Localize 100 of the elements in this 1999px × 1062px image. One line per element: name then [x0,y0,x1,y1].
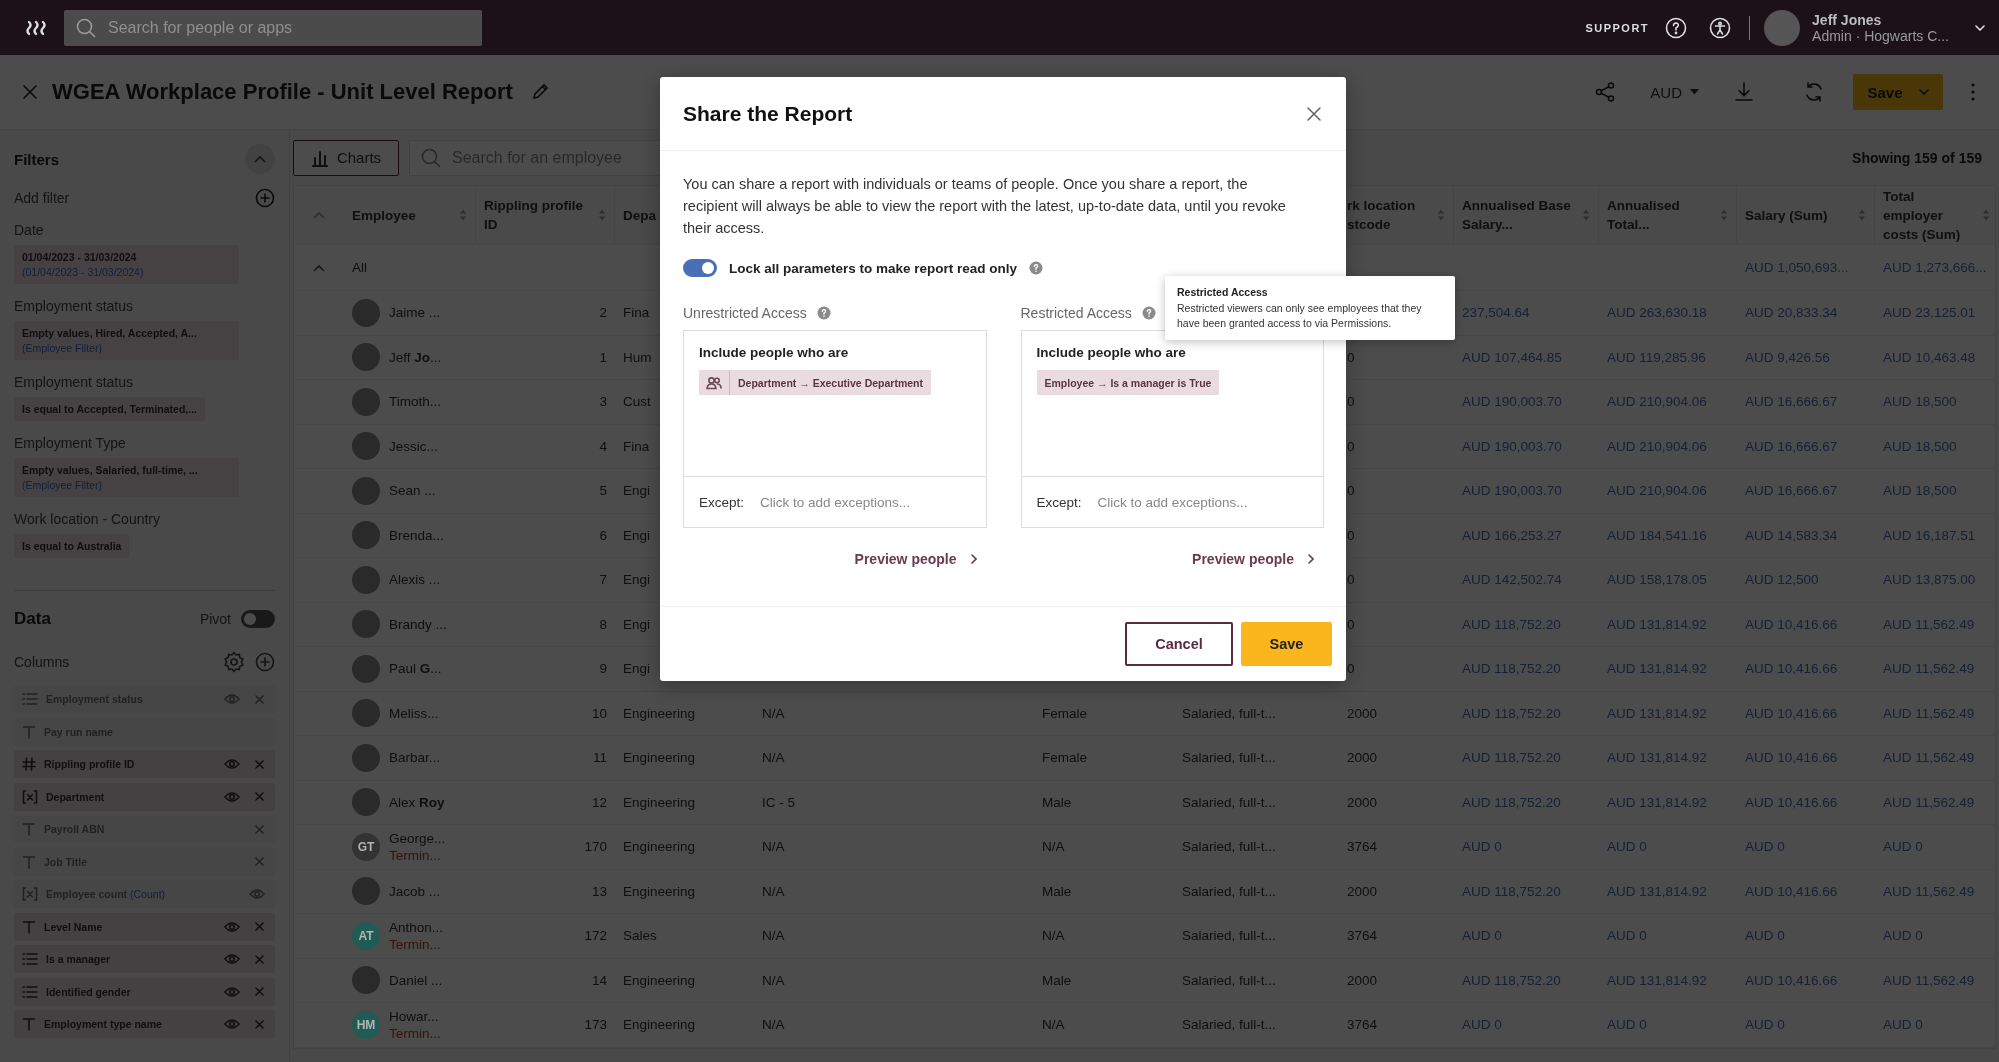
table-cell: N/A [1042,928,1065,944]
table-cell: Hum [623,349,652,365]
table-cell: 1 [599,349,607,365]
table-cell: Engi [623,483,651,499]
search-field[interactable]: Search for people or apps [64,9,482,46]
table-cell: 173 [584,1017,607,1033]
table-cell: Salaried, full-t... [1182,883,1276,899]
data-title: Data [14,609,51,629]
table-cell: Female [1042,750,1087,766]
table-cell: Engineering [623,750,696,766]
table-cell: Engineering [623,794,696,810]
table-cell: 172 [584,928,607,944]
chevron-right-icon [970,554,977,564]
cancel-button[interactable]: Cancel [1125,622,1233,666]
dialog-title: Share the Report [683,101,853,126]
lock-toggle[interactable] [683,259,717,277]
table-cell: Salaried, full-t... [1182,750,1276,766]
table-cell: N/A [762,750,785,766]
table-cell: 2000 [1347,750,1378,766]
table-cell: Salaried, full-t... [1182,972,1276,988]
table-cell: N/A [762,928,785,944]
table-cell: 2000 [1347,972,1378,988]
table-cell: Salaried, full-t... [1182,839,1276,855]
table-cell: Engi [623,527,651,543]
rule-chip[interactable]: Department → Executive Department [699,370,931,395]
access-title: Restricted Access [1020,305,1132,321]
accessibility-icon[interactable] [1709,16,1732,39]
table-cell: Engi [623,616,651,632]
table-cell: 7 [599,572,607,588]
table-cell: 3 [599,394,607,410]
group-label: All [352,260,367,275]
table-cell: Salaried, full-t... [1182,794,1276,810]
include-label: Include people who are [699,345,850,360]
table-cell: 12 [591,794,607,810]
table-cell: Fina [623,438,650,454]
close-icon[interactable] [1306,105,1322,122]
table-cell: N/A [762,972,785,988]
tooltip-text: Restricted viewers can only see employees that they have been granted access to via Permissions. [1177,301,1423,331]
status-text: Termin... [389,846,442,864]
table-cell: 9 [599,661,607,677]
table-cell: 14 [591,972,607,988]
dialog-description: You can share a report with individuals or teams of people. Once you share a report, the recipient will always be able to view the report with the latest, up-to-date data, until you revoke their access. [683,175,1287,238]
chevron-right-icon [1308,554,1314,564]
table-cell: Fina [623,305,650,321]
help-icon[interactable] [1665,16,1688,39]
table-cell: 3764 [1347,839,1378,855]
table-cell: N/A [762,839,785,855]
table-cell: Engineering [623,705,696,721]
table-cell: 5 [599,483,607,499]
result-count: Showing 159 of 159 [1852,149,1982,166]
table-cell: 2000 [1347,705,1378,721]
save-button[interactable]: Save [1241,622,1332,666]
table-cell: Salaried, full-t... [1182,1017,1276,1033]
table-cell: 6 [599,527,607,543]
access-title: Unrestricted Access [683,305,807,321]
table-cell: Male [1042,794,1072,810]
table-cell: N/A [1042,839,1065,855]
table-cell: Female [1042,705,1087,721]
include-label: Include people who are [1036,345,1187,360]
table-cell: N/A [762,1017,785,1033]
table-cell: 8 [599,616,607,632]
table-cell: Engineering [623,1017,696,1033]
table-cell: 170 [584,839,607,855]
table-cell: 13 [591,883,607,899]
table-cell: Salaried, full-t... [1182,705,1276,721]
except-label: Except: [699,494,745,510]
table-cell: 4 [599,438,607,454]
table-cell: 2000 [1347,794,1378,810]
table-cell: N/A [762,883,785,899]
table-cell: Male [1042,883,1072,899]
tooltip-title: Restricted Access [1177,286,1269,298]
logo-icon[interactable] [26,19,46,36]
support-link[interactable]: SUPPORT [1585,21,1650,34]
table-cell: 2 [599,305,607,321]
table-cell: Male [1042,972,1072,988]
preview-people-link[interactable]: Preview people [1186,550,1320,568]
user-name: Jeff Jones [1812,11,1883,28]
status-text: Termin... [389,1024,441,1042]
rule-chip[interactable]: Employee → Is a manager is True [1036,370,1220,395]
people-icon [706,375,722,390]
table-cell: N/A [762,705,785,721]
table-cell: IC - 5 [762,794,795,810]
status-text: Termin... [389,935,442,953]
table-cell: N/A [1042,1017,1065,1033]
table-cell: Cust [623,394,651,410]
lock-label: Lock all parameters to make report read only [729,260,1018,276]
table-cell: Engineering [623,972,696,988]
search-icon [76,17,96,38]
table-cell: 2000 [1347,883,1378,899]
table-cell: 3764 [1347,928,1378,944]
preview-people-link[interactable]: Preview people [848,550,983,568]
table-cell: Salaried, full-t... [1182,928,1276,944]
table-cell: Engineering [623,883,696,899]
table-cell: Sales [623,928,657,944]
table-cell: 10 [591,705,607,721]
report-title: WGEA Workplace Profile - Unit Level Report [52,79,513,105]
except-label: Except: [1036,494,1082,510]
avatar-photo[interactable] [1764,9,1801,46]
user-role: Admin · Hogwarts C... [1812,27,1949,44]
table-cell: Engi [623,661,651,677]
